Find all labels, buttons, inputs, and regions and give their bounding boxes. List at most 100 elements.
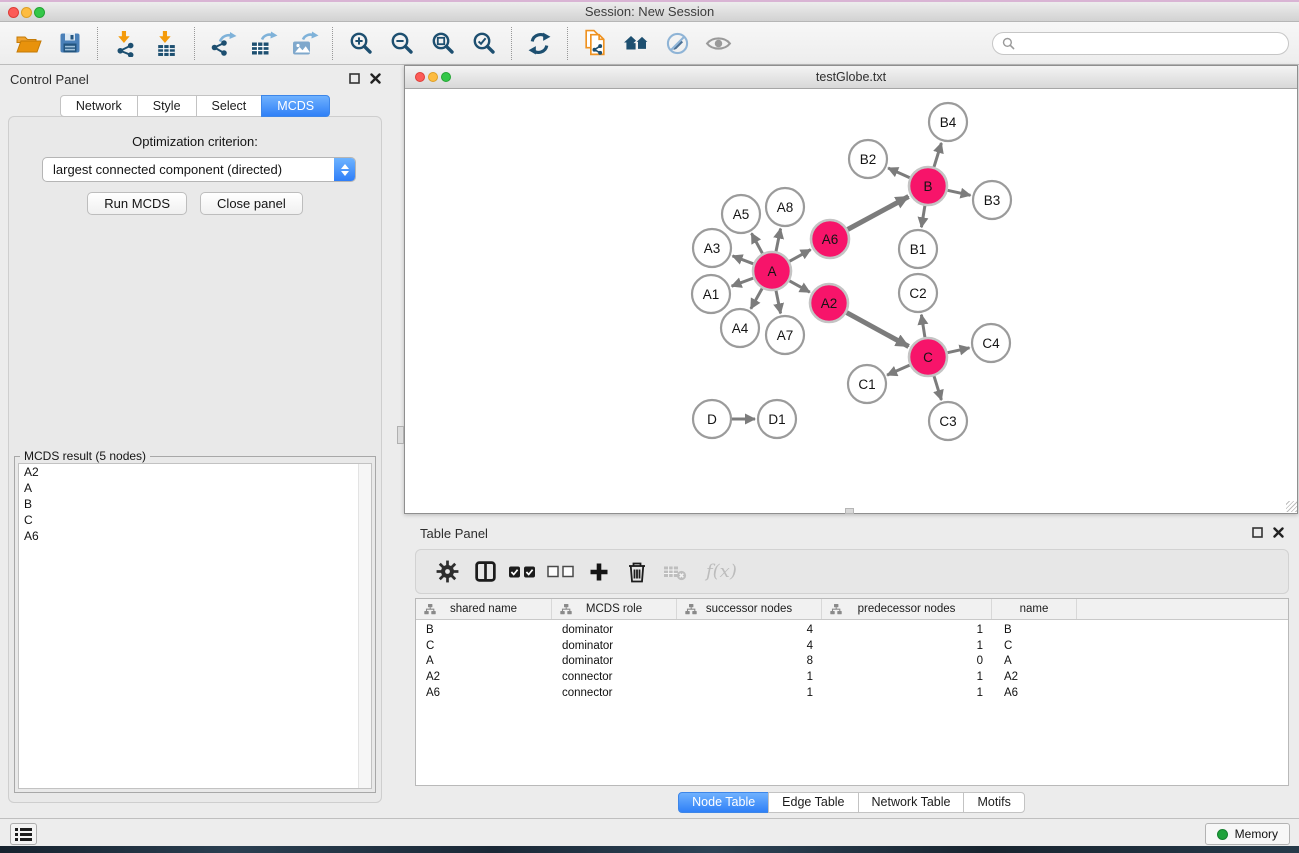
tab-node-table[interactable]: Node Table (678, 792, 769, 813)
tab-network[interactable]: Network (60, 95, 138, 117)
graph-edge-A-A5[interactable] (752, 233, 763, 253)
graph-edge-C-C1[interactable] (887, 365, 910, 375)
graph-node-A1[interactable]: A1 (692, 275, 730, 313)
network-canvas[interactable]: A A1 A2 A3 A4 A5 A6 A7 A8 B B1 B2 B3 (405, 90, 1297, 513)
export-image-button[interactable] (284, 24, 325, 62)
horizontal-scroll-thumb[interactable] (845, 508, 854, 514)
mcds-result-item[interactable]: A2 (19, 464, 371, 480)
graph-node-A[interactable]: A (753, 252, 791, 290)
toggle-graphics-details-button[interactable] (698, 24, 739, 62)
close-panel-button[interactable] (369, 72, 382, 85)
graph-node-B2[interactable]: B2 (849, 140, 887, 178)
import-network-button[interactable] (105, 24, 146, 62)
zoom-fit-button[interactable] (422, 24, 463, 62)
table-row[interactable]: Bdominator41B (416, 622, 1288, 638)
memory-button[interactable]: Memory (1205, 823, 1290, 845)
export-table-button[interactable] (243, 24, 284, 62)
add-column-button[interactable] (580, 553, 618, 591)
zoom-frame-button[interactable] (441, 72, 451, 82)
delete-column-button[interactable] (618, 553, 656, 591)
export-network-button[interactable] (202, 24, 243, 62)
task-history-button[interactable] (10, 823, 37, 845)
graph-edge-C-C3[interactable] (934, 376, 941, 400)
column-header-mcds-role[interactable]: MCDS role (552, 599, 677, 619)
graph-node-A8[interactable]: A8 (766, 188, 804, 226)
table-settings-button[interactable] (428, 553, 466, 591)
column-header-shared-name[interactable]: shared name (416, 599, 552, 619)
network-snapshot-button[interactable] (575, 24, 616, 62)
column-header-name[interactable]: name (992, 599, 1077, 619)
mcds-result-item[interactable]: A (19, 480, 371, 496)
mcds-result-item[interactable]: B (19, 496, 371, 512)
graph-edge-A-A3[interactable] (733, 256, 754, 264)
graph-edge-A-A1[interactable] (732, 278, 754, 286)
minimize-window-button[interactable] (21, 7, 32, 18)
mcds-result-item[interactable]: A6 (19, 528, 371, 544)
splitter-handle[interactable] (397, 426, 404, 444)
zoom-selected-button[interactable] (463, 24, 504, 62)
graph-node-B3[interactable]: B3 (973, 181, 1011, 219)
table-row[interactable]: A6connector11A6 (416, 685, 1288, 701)
graph-edge-B-B3[interactable] (948, 190, 971, 195)
column-visibility-button[interactable] (466, 553, 504, 591)
float-table-panel-button[interactable] (1251, 526, 1264, 539)
tab-select[interactable]: Select (196, 95, 263, 117)
zoom-in-button[interactable] (340, 24, 381, 62)
close-table-panel-button[interactable] (1272, 526, 1285, 539)
search-field[interactable] (992, 32, 1289, 55)
graph-node-A5[interactable]: A5 (722, 195, 760, 233)
graph-node-C1[interactable]: C1 (848, 365, 886, 403)
zoom-window-button[interactable] (34, 7, 45, 18)
graph-node-C[interactable]: C (909, 338, 947, 376)
home-button[interactable] (616, 24, 657, 62)
graph-node-A4[interactable]: A4 (721, 309, 759, 347)
tab-network-table[interactable]: Network Table (858, 792, 965, 813)
tab-mcds[interactable]: MCDS (261, 95, 330, 117)
refresh-layout-button[interactable] (519, 24, 560, 62)
network-frame-titlebar[interactable]: testGlobe.txt (405, 66, 1297, 89)
table-row[interactable]: A2connector11A2 (416, 669, 1288, 685)
import-table-button[interactable] (146, 24, 187, 62)
run-mcds-button[interactable]: Run MCDS (87, 192, 187, 215)
list-scrollbar[interactable] (358, 464, 371, 788)
graph-edge-A-A6[interactable] (790, 250, 811, 262)
graph-node-D[interactable]: D (693, 400, 731, 438)
graph-edge-C-C4[interactable] (948, 348, 970, 353)
graph-edge-A-A7[interactable] (776, 291, 781, 314)
graph-node-A2[interactable]: A2 (810, 284, 848, 322)
graph-node-A6[interactable]: A6 (811, 220, 849, 258)
open-session-button[interactable] (8, 24, 49, 62)
minimize-frame-button[interactable] (428, 72, 438, 82)
tab-motifs[interactable]: Motifs (963, 792, 1024, 813)
mcds-result-item[interactable]: C (19, 512, 371, 528)
float-panel-button[interactable] (348, 72, 361, 85)
graph-edge-A-A2[interactable] (789, 281, 809, 292)
search-input[interactable] (1015, 36, 1279, 50)
mcds-result-list[interactable]: A2ABCA6 (18, 463, 372, 789)
save-session-button[interactable] (49, 24, 90, 62)
graph-node-C4[interactable]: C4 (972, 324, 1010, 362)
graph-edge-A-A8[interactable] (776, 229, 781, 252)
select-all-rows-button[interactable] (504, 553, 542, 591)
zoom-out-button[interactable] (381, 24, 422, 62)
graph-node-C2[interactable]: C2 (899, 274, 937, 312)
table-row[interactable]: Cdominator41C (416, 638, 1288, 654)
tab-edge-table[interactable]: Edge Table (768, 792, 858, 813)
graph-edge-B-B4[interactable] (934, 143, 941, 167)
table-row[interactable]: Adominator80A (416, 653, 1288, 669)
column-header-successor-nodes[interactable]: successor nodes (677, 599, 822, 619)
graph-node-B1[interactable]: B1 (899, 230, 937, 268)
resize-grip-icon[interactable] (1286, 501, 1297, 512)
tab-style[interactable]: Style (137, 95, 197, 117)
graph-node-D1[interactable]: D1 (758, 400, 796, 438)
graph-edge-B-B2[interactable] (888, 168, 910, 178)
graph-edge-B-B1[interactable] (921, 206, 925, 228)
network-graph[interactable]: A A1 A2 A3 A4 A5 A6 A7 A8 B B1 B2 B3 (405, 90, 1297, 513)
deselect-all-rows-button[interactable] (542, 553, 580, 591)
graph-node-B[interactable]: B (909, 167, 947, 205)
graph-node-A7[interactable]: A7 (766, 316, 804, 354)
graph-edge-A-A4[interactable] (751, 288, 762, 308)
close-panel-action-button[interactable]: Close panel (200, 192, 303, 215)
criterion-select[interactable]: largest connected component (directed) (42, 157, 356, 182)
graph-edge-A2-C[interactable] (847, 313, 909, 347)
